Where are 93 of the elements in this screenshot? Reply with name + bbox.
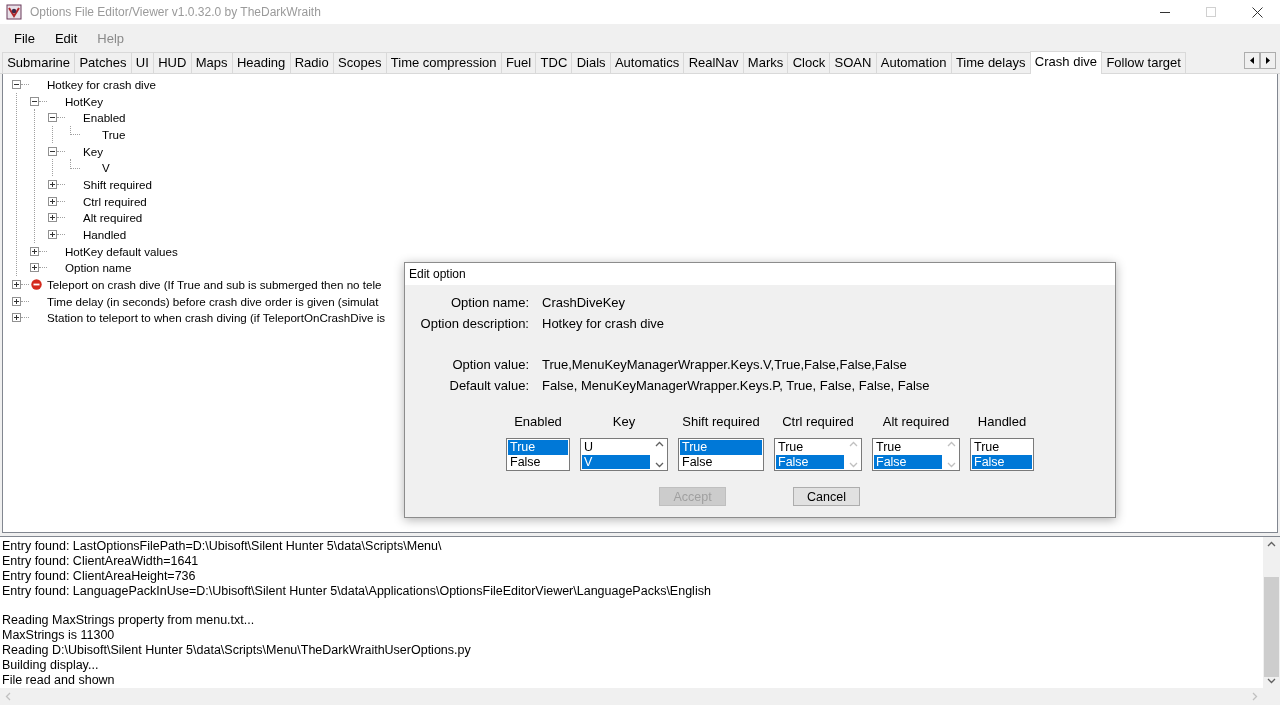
tree-item[interactable]: Time delay (in seconds) before crash dive order is given (simulat [47, 294, 379, 308]
list-box[interactable]: True False [774, 438, 862, 471]
tree-item[interactable]: Alt required [83, 211, 143, 225]
collapse-icon[interactable] [48, 113, 57, 123]
list-option[interactable]: U [582, 440, 650, 455]
dialog-title: Edit option [405, 263, 1115, 285]
tree-item[interactable]: Shift required [83, 177, 152, 191]
tab[interactable]: Submarine [2, 52, 76, 73]
log-line: Reading D:\Ubisoft\Silent Hunter 5\data\Scripts\Menu\TheDarkWraithUserOptions.py [2, 643, 472, 659]
log-line: Entry found: ClientAreaHeight=736 [2, 568, 197, 584]
right-triangle-icon [1266, 57, 1270, 64]
close-icon[interactable] [1251, 6, 1263, 18]
field-label: Option value: [451, 357, 529, 372]
field-label: Option name: [449, 295, 529, 310]
list-option[interactable]: True [972, 440, 1032, 455]
log-line: Entry found: LastOptionsFilePath=D:\Ubisoft\Silent Hunter 5\data\Scripts\Menu\ [2, 539, 443, 554]
expand-icon[interactable] [12, 280, 21, 290]
collapse-icon[interactable] [12, 79, 21, 89]
list-option[interactable]: V [582, 454, 650, 469]
scroll-left-button[interactable] [1244, 52, 1260, 69]
list-heading: Ctrl required [782, 414, 854, 429]
tab[interactable]: Heading [231, 52, 291, 73]
scroll-right-button[interactable] [1260, 52, 1276, 69]
collapse-icon[interactable] [48, 146, 57, 156]
expand-icon[interactable] [12, 313, 21, 323]
list-box[interactable]: True False [506, 438, 570, 471]
tree-item[interactable]: Teleport on crash dive (If True and sub is submerged then no tele [47, 278, 382, 292]
tree-item[interactable]: Station to teleport to when crash diving (if TeleportOnCrashDive is [47, 311, 386, 325]
vertical-scrollbar[interactable] [1263, 537, 1280, 688]
field-label: Default value: [448, 378, 529, 393]
scroll-up-icon[interactable] [654, 441, 664, 447]
tab[interactable]: Crash dive [1029, 51, 1103, 74]
tree-item[interactable]: V [102, 161, 110, 175]
list-option[interactable]: True [776, 440, 844, 455]
tree-item[interactable]: Option name [65, 261, 132, 275]
expand-icon[interactable] [48, 213, 57, 223]
tree-item[interactable]: HotKey default values [65, 244, 178, 258]
list-heading: Handled [977, 414, 1027, 429]
tree-item[interactable]: Handled [83, 228, 127, 242]
list-option[interactable]: False [680, 454, 762, 469]
tab[interactable]: Maps [190, 52, 233, 73]
log-line: Entry found: LanguagePackInUse=D:\Ubisoft\Silent Hunter 5\data\Applications\OptionsFileEditorViewer\LanguagePacks\English [2, 583, 712, 599]
log-line: MaxStrings is 11300 [2, 628, 116, 644]
list-heading: Shift required [682, 414, 760, 429]
tree-item[interactable]: True [102, 127, 126, 141]
field-value: Hotkey for crash dive [542, 316, 666, 331]
log-line: Building display... [2, 658, 100, 673]
log-line: Reading MaxStrings property from menu.txt... [2, 613, 256, 629]
expand-icon[interactable] [48, 179, 57, 189]
collapse-icon[interactable] [30, 96, 39, 106]
list-option[interactable]: True [680, 440, 762, 455]
tree-item[interactable]: HotKey [65, 94, 104, 108]
field-value: CrashDiveKey [542, 295, 627, 310]
list-heading: Enabled [514, 414, 562, 429]
left-triangle-icon [1250, 57, 1254, 64]
list-option[interactable]: False [776, 454, 844, 469]
list-option[interactable]: False [874, 454, 942, 469]
app-icon [6, 4, 22, 20]
menu-item[interactable]: File [4, 31, 45, 46]
log-line: Entry found: ClientAreaWidth=1641 [2, 553, 200, 569]
expand-icon[interactable] [48, 196, 57, 206]
expand-icon[interactable] [30, 263, 39, 273]
window-title: Options File Editor/Viewer v1.0.32.0 by TheDarkWraith [30, 5, 322, 19]
list-option[interactable]: True [508, 440, 568, 455]
field-value: True,MenuKeyManagerWrapper.Keys.V,True,False,False,False [542, 357, 908, 372]
scroll-down-icon[interactable] [654, 462, 664, 468]
field-value: False, MenuKeyManagerWrapper.Keys.P, True, False, False, False [542, 378, 931, 393]
log-line: File read and shown [2, 673, 116, 688]
tree-item[interactable]: Enabled [83, 111, 126, 125]
tab[interactable]: Scopes [332, 52, 387, 73]
list-option[interactable]: False [508, 454, 568, 469]
tab[interactable]: Follow target [1101, 52, 1186, 73]
field-label: Option description: [419, 316, 529, 331]
scroll-down-icon[interactable] [1267, 678, 1276, 684]
tab[interactable]: Time compression [385, 52, 502, 73]
list-heading: Alt required [882, 414, 950, 429]
tree-item[interactable]: Ctrl required [83, 194, 147, 208]
list-box[interactable]: True False [970, 438, 1034, 471]
list-box[interactable]: U V [580, 438, 668, 471]
expand-icon[interactable] [30, 246, 39, 256]
list-box[interactable]: True False [678, 438, 764, 471]
expand-icon[interactable] [12, 296, 21, 306]
dialog-button[interactable]: Cancel [793, 487, 860, 506]
list-option[interactable]: True [874, 440, 942, 455]
scroll-up-icon[interactable] [1267, 541, 1276, 547]
tree-item[interactable]: Key [83, 144, 103, 158]
expand-icon[interactable] [48, 230, 57, 240]
tree-item[interactable]: Hotkey for crash dive [47, 77, 156, 91]
menu-item[interactable]: Edit [44, 31, 88, 46]
list-box[interactable]: True False [872, 438, 960, 471]
list-heading: Key [612, 414, 636, 429]
list-option[interactable]: False [972, 454, 1032, 469]
tab[interactable]: Time delays [950, 52, 1031, 73]
